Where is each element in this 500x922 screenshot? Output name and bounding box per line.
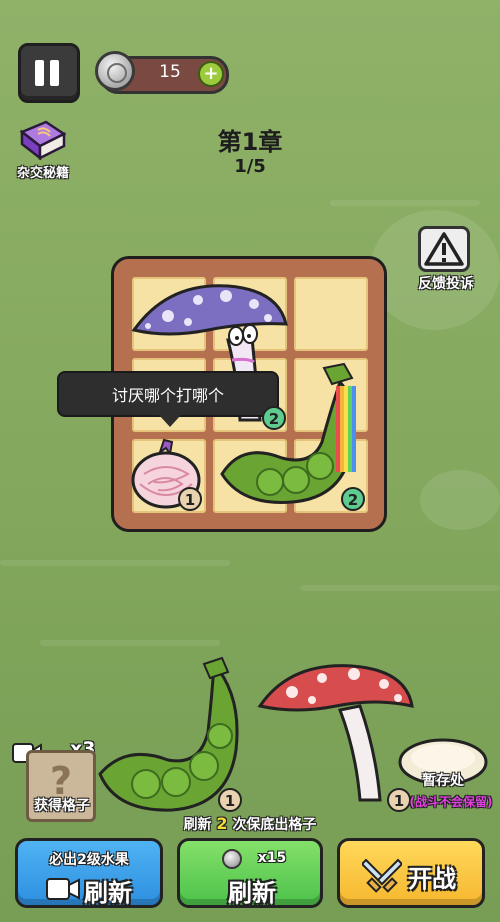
- grass-streak: [0, 560, 230, 566]
- pause-icon: [35, 60, 44, 86]
- grass-streak: [300, 585, 500, 591]
- coin-refresh-label: 刷新: [228, 879, 276, 907]
- coin-refresh-button[interactable]: x15 刷新: [177, 838, 323, 908]
- coin-refresh-cost: x15: [257, 850, 287, 866]
- level-badge: 2: [262, 406, 286, 430]
- ad-refresh-button[interactable]: 必出2级水果 刷新: [15, 838, 163, 908]
- coin-count: 15: [159, 62, 181, 82]
- cloud-decoration: [420, 470, 500, 530]
- video-icon: [46, 878, 80, 900]
- coin-icon: [95, 51, 135, 91]
- level-badge: 1: [218, 788, 242, 812]
- chapter-title: 第1章: [217, 128, 283, 156]
- storage-note: (战斗不会保留): [409, 795, 493, 809]
- grass-streak: [330, 200, 480, 206]
- start-battle-label: 开战: [408, 865, 456, 893]
- pause-icon: [50, 60, 59, 86]
- ad-refresh-subtitle: 必出2级水果: [49, 852, 129, 868]
- storage-label: 暂存处: [422, 773, 464, 789]
- get-slot-label: 获得格子: [34, 798, 90, 814]
- crossed-swords-icon: [362, 858, 402, 893]
- add-coins-button[interactable]: +: [198, 61, 224, 87]
- grass-streak: [40, 640, 220, 646]
- ad-refresh-label: 刷新: [84, 879, 132, 907]
- feedback-label: 反馈投诉: [418, 276, 474, 292]
- recipe-book-icon[interactable]: [16, 118, 68, 162]
- pause-button[interactable]: [18, 43, 80, 103]
- warning-icon: [424, 232, 464, 266]
- start-battle-button[interactable]: 开战: [337, 838, 485, 908]
- feedback-button[interactable]: [418, 226, 470, 272]
- level-badge: 2: [341, 487, 365, 511]
- level-badge: 1: [178, 487, 202, 511]
- hint-tooltip: 讨厌哪个打哪个: [57, 371, 279, 427]
- recipe-book-label: 杂交秘籍: [16, 166, 69, 181]
- chapter-progress: 1/5: [234, 156, 266, 177]
- hint-suffix: 次保底出格子: [232, 817, 317, 833]
- hint-prefix: 刷新: [183, 817, 212, 833]
- refresh-pity-hint: 刷新 2 次保底出格子: [120, 814, 380, 834]
- bench-red-mushroom-unit[interactable]: [256, 662, 416, 804]
- board-cell[interactable]: [294, 277, 368, 351]
- hint-count: 2: [216, 814, 228, 833]
